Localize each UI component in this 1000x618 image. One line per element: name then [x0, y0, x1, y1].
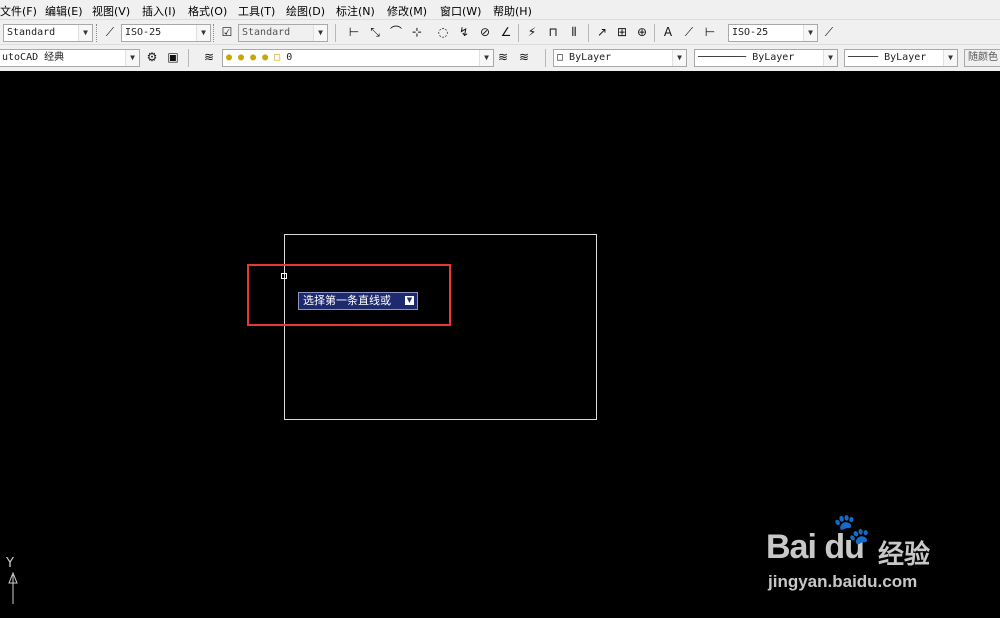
- dim-style-value: ISO-25: [125, 27, 162, 38]
- continue-dimension-icon[interactable]: ⫴: [565, 23, 583, 41]
- menu-insert[interactable]: 插入(I): [142, 3, 176, 19]
- toolbar-grip[interactable]: [213, 24, 217, 42]
- chevron-down-icon: ▼: [803, 25, 817, 41]
- layer-value: 0: [286, 52, 293, 63]
- menu-bar: 文件(F) 编辑(E) 视图(V) 插入(I) 格式(O) 工具(T) 绘图(D…: [0, 0, 1000, 19]
- layer-previous-icon[interactable]: ≋: [515, 48, 533, 66]
- quick-dimension-icon[interactable]: ⚡: [523, 23, 541, 41]
- toolbar-separator: [188, 49, 189, 67]
- table-style-value: Standard: [242, 27, 291, 38]
- angular-dimension-icon[interactable]: ∠: [497, 23, 515, 41]
- chevron-down-icon: ▼: [196, 25, 210, 41]
- menu-draw[interactable]: 绘图(D): [286, 3, 325, 19]
- menu-help[interactable]: 帮助(H): [493, 3, 532, 19]
- table-style-select[interactable]: Standard ▼: [238, 24, 328, 42]
- make-layer-current-icon[interactable]: ≋: [494, 48, 512, 66]
- layer-select[interactable]: ● ● ● ● □ 0 ▼: [222, 49, 494, 67]
- dim-style-right-value: ISO-25: [732, 27, 769, 38]
- baidu-jingyan-watermark: Bai du 🐾 经验 jingyan.baidu.com: [766, 510, 956, 610]
- ucs-icon: Y: [6, 556, 20, 609]
- workspace-value: utoCAD 经典: [2, 52, 65, 63]
- toolbar-grip[interactable]: [96, 24, 100, 42]
- toolbar-separator: [335, 24, 336, 42]
- toolbar-separator: [518, 24, 519, 42]
- linetype-value: ByLayer: [752, 52, 795, 63]
- chevron-down-icon: ▼: [823, 50, 837, 66]
- ordinate-dimension-icon[interactable]: ⊹: [408, 23, 426, 41]
- layers-properties-toolbar: utoCAD 经典 ▼ ⚙ ▣ ≋ ● ● ● ● □ 0 ▼ ≋ ≋ □ By…: [0, 44, 1000, 72]
- radius-dimension-icon[interactable]: ◌: [434, 23, 452, 41]
- dim-style-select[interactable]: ISO-25 ▼: [121, 24, 211, 42]
- lineweight-sample: ─────: [848, 52, 885, 63]
- linetype-select[interactable]: ──────── ByLayer ▼: [694, 49, 838, 67]
- workspace-settings-icon[interactable]: ⚙: [143, 48, 161, 66]
- workspace-select[interactable]: utoCAD 经典 ▼: [0, 49, 140, 67]
- dimension-update-icon[interactable]: ⊢: [701, 23, 719, 41]
- menu-view[interactable]: 视图(V): [92, 3, 130, 19]
- chevron-down-icon: ▼: [672, 50, 686, 66]
- lineweight-value: ByLayer: [884, 52, 927, 63]
- menu-format[interactable]: 格式(O): [188, 3, 227, 19]
- text-style-select[interactable]: Standard ▼: [3, 24, 93, 42]
- menu-file[interactable]: 文件(F): [0, 3, 37, 19]
- plot-style-value: 随颜色: [968, 52, 998, 63]
- toolbar-separator: [588, 24, 589, 42]
- ucs-y-label: Y: [6, 556, 14, 571]
- plot-style-select[interactable]: 随颜色: [964, 49, 1000, 67]
- dimension-style-icon[interactable]: ⟋: [820, 23, 838, 41]
- chevron-down-icon: ▼: [125, 50, 139, 66]
- dim-style-select-right[interactable]: ISO-25 ▼: [728, 24, 818, 42]
- chevron-down-icon: ▼: [313, 25, 327, 41]
- annotation-highlight-box: [247, 264, 451, 326]
- aligned-dimension-icon[interactable]: ⤡: [366, 23, 384, 41]
- jogged-dimension-icon[interactable]: ↯: [455, 23, 473, 41]
- chevron-down-icon: ▼: [943, 50, 957, 66]
- leader-icon[interactable]: ↗: [593, 23, 611, 41]
- lineweight-select[interactable]: ───── ByLayer ▼: [844, 49, 958, 67]
- menu-dimension[interactable]: 标注(N): [336, 3, 375, 19]
- dim-style-icon[interactable]: ⟋: [101, 23, 119, 41]
- arc-length-icon[interactable]: ⌒: [387, 23, 405, 41]
- toolbar-separator: [654, 24, 655, 42]
- menu-window[interactable]: 窗口(W): [440, 3, 481, 19]
- text-style-value: Standard: [7, 27, 56, 38]
- baseline-dimension-icon[interactable]: ⊓: [544, 23, 562, 41]
- layer-manager-icon[interactable]: ≋: [200, 48, 218, 66]
- diameter-dimension-icon[interactable]: ⊘: [476, 23, 494, 41]
- table-style-icon[interactable]: ☑: [218, 23, 236, 41]
- menu-modify[interactable]: 修改(M): [387, 3, 427, 19]
- color-value: ByLayer: [569, 52, 612, 63]
- save-workspace-icon[interactable]: ▣: [164, 48, 182, 66]
- linetype-sample: ────────: [698, 52, 753, 63]
- toolbar-separator: [545, 49, 546, 67]
- dimension-text-edit-icon[interactable]: ⟋: [680, 23, 698, 41]
- dimension-edit-icon[interactable]: A: [659, 23, 677, 41]
- paw-icon: 🐾: [833, 512, 871, 547]
- chevron-down-icon: ▼: [78, 25, 92, 41]
- watermark-cn: 经验: [878, 540, 931, 570]
- linear-dimension-icon[interactable]: ⊢: [345, 23, 363, 41]
- layer-state-icons: ● ● ● ● □: [226, 52, 287, 63]
- chevron-down-icon: ▼: [479, 50, 493, 66]
- color-select[interactable]: □ ByLayer ▼: [553, 49, 687, 67]
- tolerance-icon[interactable]: ⊞: [613, 23, 631, 41]
- drawn-rectangle[interactable]: [284, 234, 597, 420]
- menu-edit[interactable]: 编辑(E): [45, 3, 83, 19]
- ucs-arrow-icon: [8, 571, 18, 604]
- menu-tools[interactable]: 工具(T): [238, 3, 275, 19]
- watermark-url: jingyan.baidu.com: [768, 572, 918, 591]
- center-mark-icon[interactable]: ⊕: [633, 23, 651, 41]
- color-swatch-icon: □: [557, 52, 570, 63]
- styles-toolbar: Standard ▼ ⟋ ISO-25 ▼ ☑ Standard ▼ ⊢ ⤡ ⌒…: [0, 19, 1000, 45]
